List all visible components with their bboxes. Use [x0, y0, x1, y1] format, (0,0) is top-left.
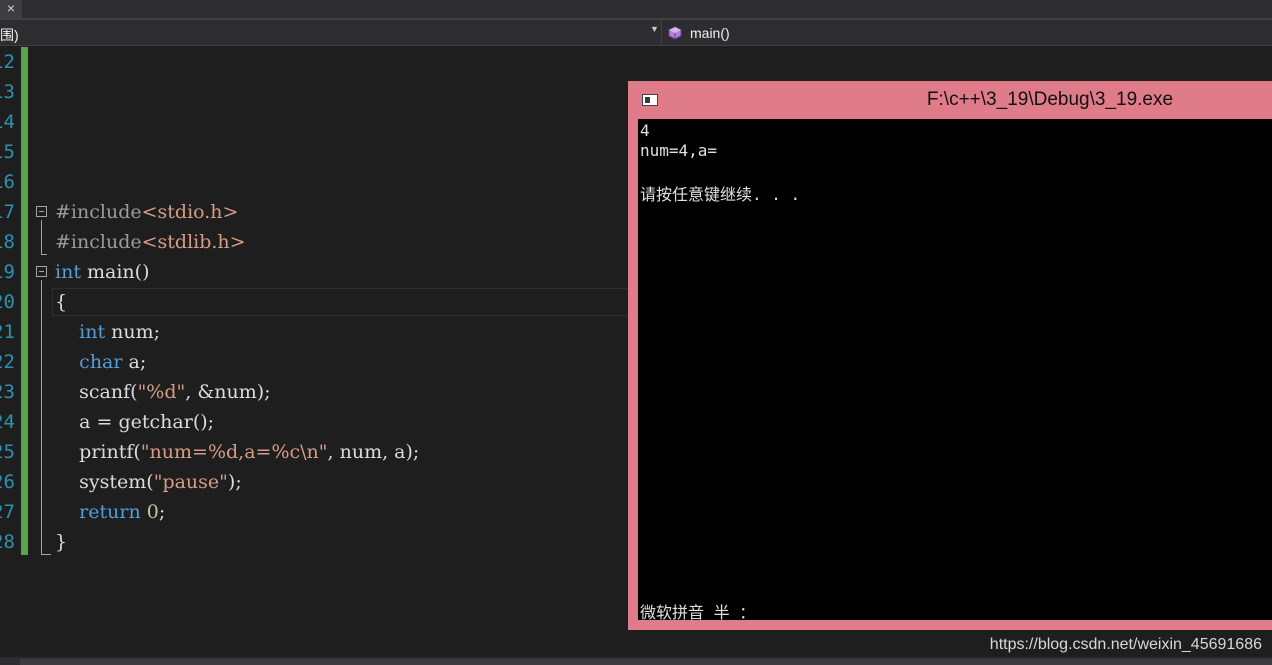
line-number: 14 — [0, 111, 15, 133]
close-tab-icon[interactable]: × — [0, 0, 22, 18]
line-number: 20 — [0, 291, 15, 313]
console-line: 请按任意键继续. . . — [640, 185, 801, 204]
console-titlebar[interactable]: F:\c++\3_19\Debug\3_19.exe — [628, 81, 1272, 119]
console-output[interactable]: 4 num=4,a= 请按任意键继续. . . 微软拼音 半 ： — [638, 119, 1272, 622]
line-number: 13 — [0, 81, 15, 103]
code-line[interactable]: int main() — [55, 257, 149, 287]
code-line[interactable]: printf("num=%d,a=%c\n", num, a); — [55, 437, 419, 467]
line-number: 12 — [0, 51, 15, 73]
line-number: 27 — [0, 501, 15, 523]
current-line-highlight — [52, 288, 632, 316]
code-line[interactable]: a = getchar(); — [55, 407, 214, 437]
ime-status-text: 微软拼音 半 ： — [640, 603, 756, 622]
line-number: 23 — [0, 381, 15, 403]
line-number: 18 — [0, 231, 15, 253]
line-number: 16 — [0, 171, 15, 193]
collapse-region-icon[interactable] — [36, 206, 47, 217]
chevron-down-icon[interactable]: ▼ — [650, 24, 659, 34]
watermark-url: https://blog.csdn.net/weixin_45691686 — [989, 636, 1262, 653]
code-line[interactable]: { — [55, 287, 67, 317]
console-window[interactable]: F:\c++\3_19\Debug\3_19.exe 4 num=4,a= 请按… — [628, 81, 1272, 630]
console-title: F:\c++\3_19\Debug\3_19.exe — [926, 89, 1174, 110]
line-number: 26 — [0, 471, 15, 493]
scope-dropdown-label: 围) — [0, 27, 19, 43]
line-number: 24 — [0, 411, 15, 433]
collapse-region-icon[interactable] — [36, 266, 47, 277]
document-tab-strip: × — [0, 0, 1272, 18]
line-number: 19 — [0, 261, 15, 283]
code-line[interactable]: scanf("%d", &num); — [55, 377, 270, 407]
change-tracking-bar — [21, 47, 28, 555]
line-number: 15 — [0, 141, 15, 163]
code-line[interactable]: #include<stdio.h> — [55, 197, 238, 227]
code-line[interactable]: #include<stdlib.h> — [55, 227, 246, 257]
console-line: num=4,a= — [640, 141, 718, 160]
line-number: 17 — [0, 201, 15, 223]
code-line[interactable]: int num; — [55, 317, 160, 347]
bottom-bar — [0, 657, 1272, 665]
code-line[interactable]: char a; — [55, 347, 146, 377]
function-dropdown-label[interactable]: main() — [690, 25, 730, 41]
line-number: 21 — [0, 321, 15, 343]
code-line[interactable]: } — [55, 527, 67, 557]
code-line[interactable]: return 0; — [55, 497, 165, 527]
console-line: 4 — [640, 121, 650, 140]
line-number: 28 — [0, 531, 15, 553]
line-number: 25 — [0, 441, 15, 463]
fold-guide — [41, 554, 51, 555]
fold-guide — [41, 280, 42, 555]
code-line[interactable]: system("pause"); — [55, 467, 242, 497]
line-number: 22 — [0, 351, 15, 373]
horizontal-scrollbar[interactable] — [20, 659, 1272, 665]
navigation-bar: 围) ▼ main() — [0, 20, 1272, 46]
fold-guide — [41, 220, 42, 254]
method-cube-icon — [668, 26, 682, 40]
fold-guide — [41, 254, 47, 255]
scope-dropdown[interactable]: 围) ▼ — [0, 20, 662, 45]
